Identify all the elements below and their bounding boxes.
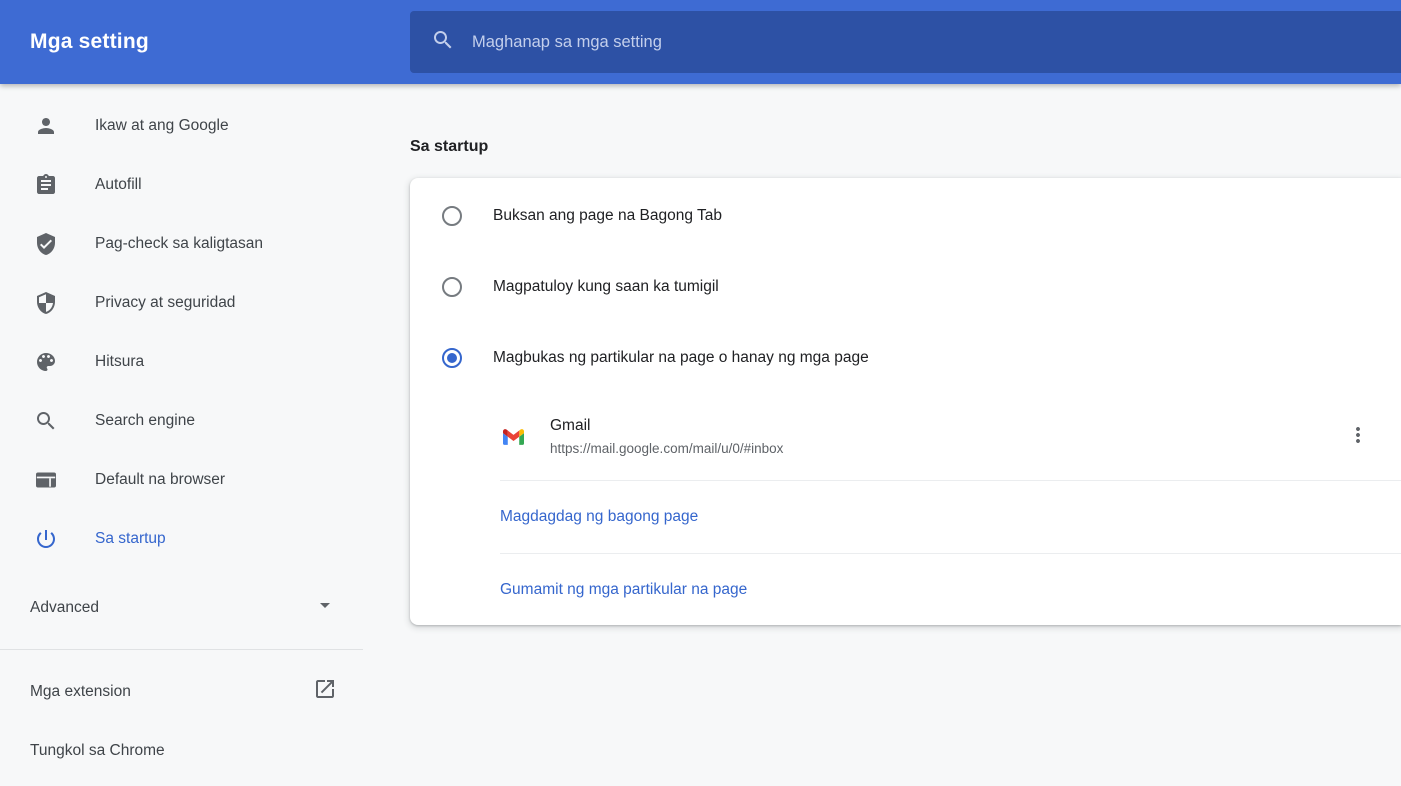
section-title: Sa startup [410,136,1401,158]
browser-window-icon [34,468,58,492]
page-title: Mga setting [30,30,149,54]
more-vert-icon [1346,423,1370,450]
sidebar-item-label: Ikaw at ang Google [95,117,229,135]
add-new-page-row[interactable]: Magdagdag ng bagong page [410,481,1401,553]
use-current-pages-link[interactable]: Gumamit ng mga partikular na page [500,581,747,599]
option-open-new-tab[interactable]: Buksan ang page na Bagong Tab [410,180,1401,251]
option-label: Magpatuloy kung saan ka tumigil [493,278,719,296]
sidebar-item-label: Autofill [95,176,142,194]
option-label: Magbukas ng partikular na page o hanay n… [493,349,869,367]
sidebar-item-you-and-google[interactable]: Ikaw at ang Google [0,96,363,155]
sidebar-item-label: Sa startup [95,530,166,548]
security-shield-icon [34,291,58,315]
sidebar-item-appearance[interactable]: Hitsura [0,332,363,391]
startup-page-row: Gmail https://mail.google.com/mail/u/0/#… [410,393,1401,480]
sidebar-item-safety-check[interactable]: Pag-check sa kaligtasan [0,214,363,273]
sidebar-divider [0,649,363,650]
radio-button-icon[interactable] [442,348,462,368]
search-input[interactable] [472,33,1401,52]
add-new-page-link[interactable]: Magdagdag ng bagong page [500,508,698,526]
person-icon [34,114,58,138]
sidebar-item-label: Pag-check sa kaligtasan [95,235,263,253]
settings-content: Sa startup Buksan ang page na Bagong Tab… [363,84,1401,786]
search-icon [431,28,455,57]
sidebar-item-on-startup[interactable]: Sa startup [0,509,363,568]
settings-search-box[interactable] [410,11,1401,73]
radio-button-icon[interactable] [442,277,462,297]
settings-menu: Ikaw at ang Google Autofill Pag-check sa… [0,84,363,786]
on-startup-card: Buksan ang page na Bagong Tab Magpatuloy… [410,178,1401,625]
sidebar-item-label: Privacy at seguridad [95,294,235,312]
chevron-down-icon [313,593,337,622]
sidebar-item-label: Default na browser [95,471,225,489]
startup-page-info: Gmail https://mail.google.com/mail/u/0/#… [550,416,783,458]
settings-toolbar: Mga setting [0,0,1401,84]
extensions-label: Mga extension [30,683,131,701]
option-open-specific-pages[interactable]: Magbukas ng partikular na page o hanay n… [410,322,1401,393]
sidebar-item-label: Hitsura [95,353,144,371]
palette-icon [34,350,58,374]
option-label: Buksan ang page na Bagong Tab [493,207,722,225]
sidebar-item-extensions[interactable]: Mga extension [0,662,363,721]
open-in-new-icon [313,677,337,706]
sidebar-item-label: Search engine [95,412,195,430]
about-chrome-label: Tungkol sa Chrome [30,742,165,760]
use-current-pages-row[interactable]: Gumamit ng mga partikular na page [410,554,1401,625]
sidebar-item-search-engine[interactable]: Search engine [0,391,363,450]
advanced-label: Advanced [30,599,99,617]
radio-button-icon[interactable] [442,206,462,226]
power-icon [34,527,58,551]
gmail-icon [503,429,524,445]
sidebar-item-privacy-security[interactable]: Privacy at seguridad [0,273,363,332]
startup-page-url: https://mail.google.com/mail/u/0/#inbox [550,439,783,458]
magnifier-icon [34,409,58,433]
shield-check-icon [34,232,58,256]
sidebar-item-about-chrome[interactable]: Tungkol sa Chrome [0,721,363,780]
advanced-toggle[interactable]: Advanced [0,578,363,637]
clipboard-icon [34,173,58,197]
more-actions-button[interactable] [1340,419,1376,455]
sidebar-item-default-browser[interactable]: Default na browser [0,450,363,509]
sidebar-item-autofill[interactable]: Autofill [0,155,363,214]
startup-page-title: Gmail [550,416,783,436]
option-continue-where-left-off[interactable]: Magpatuloy kung saan ka tumigil [410,251,1401,322]
